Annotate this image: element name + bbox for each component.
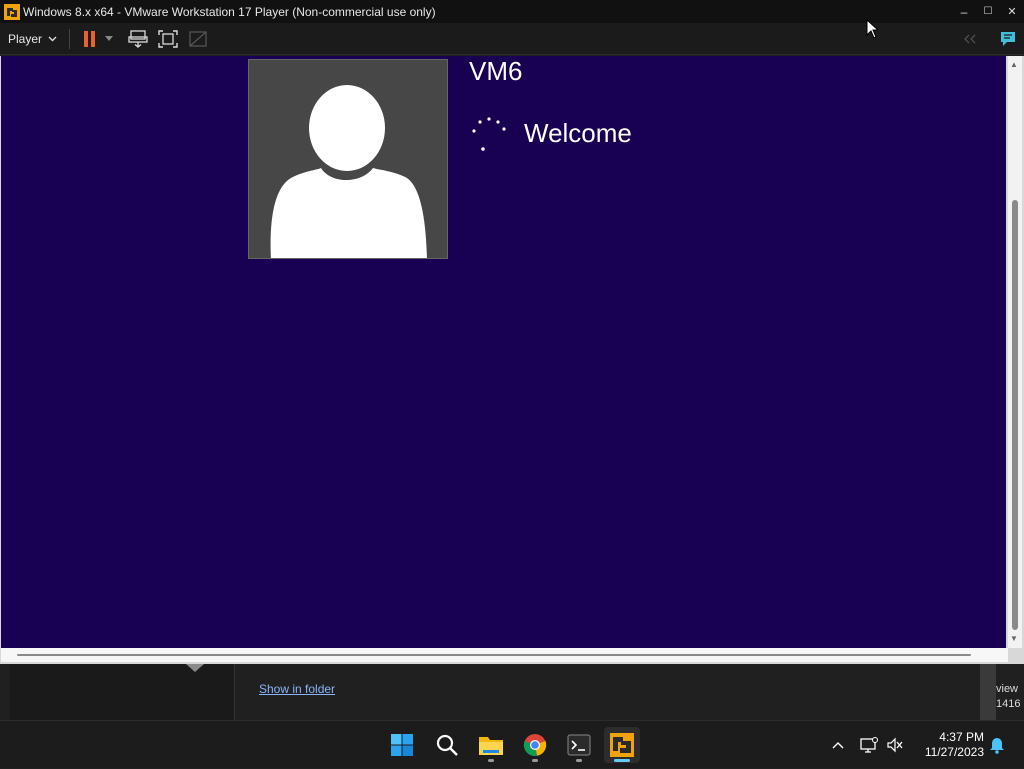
clock-date: 11/27/2023	[924, 745, 984, 759]
double-chevron-left-icon	[964, 34, 976, 43]
unity-icon	[189, 30, 207, 47]
background-edge-text: view 1416	[996, 682, 1020, 712]
chevron-down-icon	[105, 36, 114, 41]
send-ctrl-alt-del-button[interactable]	[126, 27, 150, 51]
active-indicator	[614, 759, 630, 762]
vm-console-frame: VM6 Welcome ▲ ▼	[0, 56, 1024, 664]
background-edge-text-line1: view	[996, 683, 1019, 695]
minimize-button[interactable]: –	[952, 0, 976, 23]
chrome-button[interactable]	[517, 727, 553, 763]
chevron-up-icon	[832, 742, 844, 749]
pause-button[interactable]	[78, 27, 102, 51]
full-screen-icon	[158, 29, 178, 48]
running-indicator	[532, 759, 538, 762]
player-menu-button[interactable]: Player	[8, 32, 57, 46]
user-silhouette-icon	[270, 85, 427, 258]
window-title: Windows 8.x x64 - VMware Workstation 17 …	[23, 4, 436, 19]
vmware-app-icon	[4, 3, 20, 20]
maximize-button[interactable]: ☐	[976, 0, 1000, 23]
file-explorer-button[interactable]	[473, 727, 509, 763]
show-in-folder-link[interactable]: Show in folder	[259, 682, 335, 696]
scroll-up-arrow-icon[interactable]: ▲	[1010, 60, 1018, 69]
vm-screen[interactable]: VM6 Welcome	[1, 56, 1006, 648]
taskbar: 4:37 PM 11/27/2023	[0, 720, 1024, 768]
volume-muted-icon	[887, 737, 903, 753]
start-icon	[391, 734, 413, 756]
terminal-icon	[567, 734, 591, 756]
bell-icon	[990, 738, 1004, 754]
message-log-button[interactable]	[996, 27, 1020, 51]
welcome-status-text: Welcome	[524, 118, 632, 148]
file-explorer-icon	[479, 737, 503, 755]
player-menu-label: Player	[8, 31, 43, 46]
ctrl-alt-del-icon	[128, 29, 148, 48]
notifications-button[interactable]	[986, 721, 1008, 769]
show-hidden-icons-button[interactable]	[828, 721, 848, 769]
horizontal-scrollbar-thumb[interactable]	[17, 654, 971, 656]
clock[interactable]: 4:37 PM 11/27/2023	[914, 730, 984, 760]
start-button[interactable]	[384, 727, 420, 763]
background-window: Show in folder view 1416	[0, 664, 1024, 720]
mouse-cursor-icon	[866, 19, 878, 39]
vertical-scrollbar[interactable]: ▲ ▼	[1008, 56, 1022, 648]
running-indicator	[488, 759, 494, 762]
volume-button[interactable]	[884, 721, 906, 769]
background-scrollbar	[980, 664, 996, 720]
vmware-player-button[interactable]	[604, 727, 640, 763]
unity-mode-button[interactable]	[186, 27, 210, 51]
user-name: VM6	[469, 56, 523, 86]
power-options-dropdown[interactable]	[102, 27, 116, 51]
running-indicator	[576, 759, 582, 762]
pause-icon	[84, 30, 96, 47]
network-status-button[interactable]	[858, 721, 880, 769]
vertical-scrollbar-thumb[interactable]	[1012, 200, 1018, 630]
background-edge-text-line2: 1416	[996, 698, 1021, 710]
chevron-down-icon[interactable]	[184, 664, 206, 674]
loading-spinner-icon	[472, 117, 506, 151]
toolbar-separator	[69, 28, 71, 49]
close-button[interactable]: ✕	[1000, 0, 1024, 23]
terminal-button[interactable]	[561, 727, 597, 763]
collapse-toolbar-button[interactable]	[958, 27, 982, 51]
search-icon	[436, 734, 458, 756]
search-button[interactable]	[429, 727, 465, 763]
chrome-icon	[523, 734, 547, 757]
vmware-player-icon	[610, 733, 634, 757]
user-avatar	[248, 59, 448, 259]
chevron-down-icon	[48, 36, 57, 41]
message-icon	[1001, 31, 1015, 46]
full-screen-button[interactable]	[156, 27, 180, 51]
network-icon	[860, 737, 878, 753]
scroll-down-arrow-icon[interactable]: ▼	[1010, 634, 1018, 643]
clock-time: 4:37 PM	[939, 730, 984, 744]
horizontal-scrollbar[interactable]	[1, 648, 1008, 662]
